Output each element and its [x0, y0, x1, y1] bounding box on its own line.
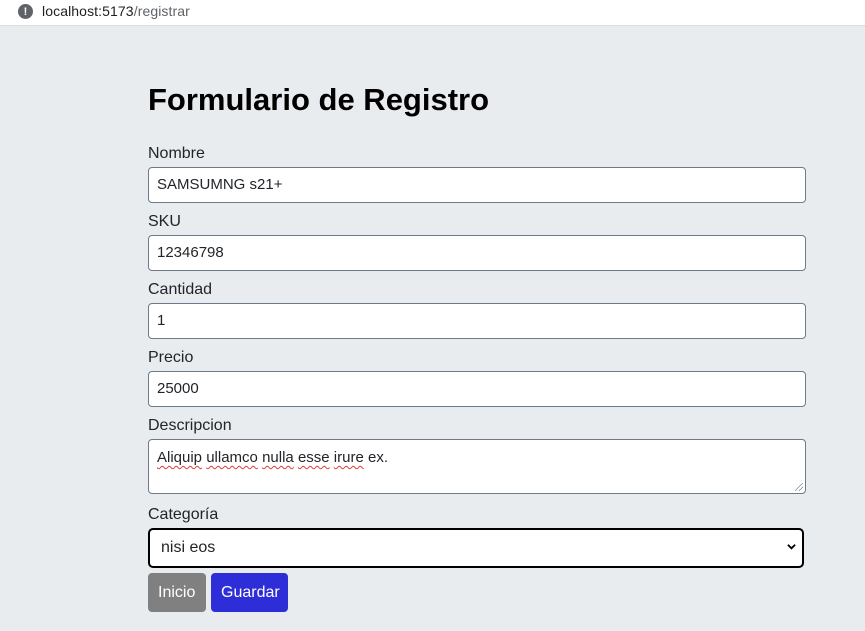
address-bar[interactable]: ! localhost:5173/registrar: [0, 0, 865, 26]
categoria-field: Categoría nisi eos: [148, 505, 806, 568]
url-path: /registrar: [133, 3, 190, 19]
desc-word: ullamco: [206, 449, 258, 466]
desc-word: irure: [333, 449, 364, 466]
url-host: localhost:5173: [42, 3, 134, 19]
categoria-select[interactable]: nisi eos: [148, 528, 804, 568]
desc-word: nulla: [262, 449, 294, 466]
registration-form: Formulario de Registro Nombre SAMSUMNG s…: [148, 80, 806, 612]
precio-label: Precio: [148, 349, 194, 366]
nombre-label: Nombre: [148, 145, 205, 162]
categoria-label: Categoría: [148, 506, 219, 523]
chevron-down-icon: [787, 544, 796, 550]
desc-word: esse: [297, 449, 330, 466]
url-text[interactable]: localhost:5173/registrar: [42, 3, 190, 19]
categoria-selected-value: nisi eos: [161, 539, 216, 556]
cantidad-input[interactable]: 1: [148, 303, 806, 339]
info-icon[interactable]: !: [18, 4, 33, 19]
cantidad-label: Cantidad: [148, 281, 213, 298]
sku-field: SKU 12346798: [148, 212, 806, 271]
precio-input[interactable]: 25000: [148, 371, 806, 407]
desc-word: ex.: [367, 449, 388, 466]
nombre-field: Nombre SAMSUMNG s21+: [148, 144, 806, 203]
sku-label: SKU: [148, 213, 181, 230]
resize-handle-icon[interactable]: [795, 483, 803, 491]
nombre-input[interactable]: SAMSUMNG s21+: [148, 167, 806, 203]
guardar-button[interactable]: Guardar: [211, 573, 288, 612]
sku-input[interactable]: 12346798: [148, 235, 806, 271]
cantidad-field: Cantidad 1: [148, 280, 806, 339]
desc-word: Aliquip: [157, 449, 203, 466]
precio-field: Precio 25000: [148, 348, 806, 407]
descripcion-field: Descripcion Aliquip ullamco nulla esse i…: [148, 416, 806, 494]
page-title: Formulario de Registro: [148, 82, 490, 117]
descripcion-label: Descripcion: [148, 417, 232, 434]
form-actions: Inicio Guardar: [148, 573, 806, 612]
inicio-button[interactable]: Inicio: [148, 573, 206, 612]
descripcion-textarea[interactable]: Aliquip ullamco nulla esse irure ex.: [148, 439, 806, 494]
